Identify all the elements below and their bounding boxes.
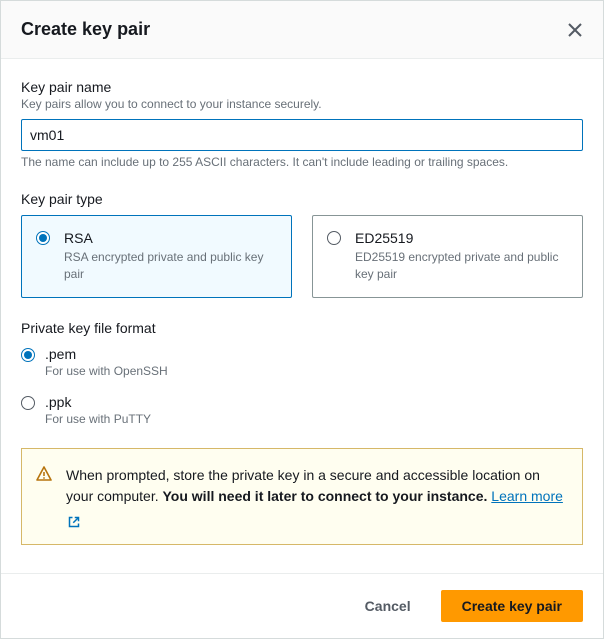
radio-icon: [21, 396, 35, 410]
alert-bold-text: You will need it later to connect to you…: [163, 488, 488, 504]
key-pair-name-sublabel: Key pairs allow you to connect to your i…: [21, 97, 583, 111]
radio-icon: [327, 231, 341, 245]
file-format-section: Private key file format .pem For use wit…: [21, 320, 583, 426]
link-text: Learn more: [491, 488, 563, 504]
modal-footer: Cancel Create key pair: [1, 573, 603, 638]
tile-title: RSA: [64, 230, 277, 246]
close-icon[interactable]: [567, 22, 583, 38]
key-pair-name-section: Key pair name Key pairs allow you to con…: [21, 79, 583, 169]
radio-desc: For use with PuTTY: [45, 412, 151, 426]
tile-desc: ED25519 encrypted private and public key…: [355, 249, 568, 283]
modal-content: Key pair name Key pairs allow you to con…: [1, 59, 603, 573]
file-format-ppk[interactable]: .ppk For use with PuTTY: [21, 394, 583, 426]
key-pair-name-label: Key pair name: [21, 79, 583, 95]
modal-title: Create key pair: [21, 19, 150, 40]
file-format-pem[interactable]: .pem For use with OpenSSH: [21, 346, 583, 378]
create-key-pair-button[interactable]: Create key pair: [441, 590, 583, 622]
tile-desc: RSA encrypted private and public key pai…: [64, 249, 277, 283]
warning-alert: When prompted, store the private key in …: [21, 448, 583, 545]
radio-icon: [36, 231, 50, 245]
key-pair-type-rsa[interactable]: RSA RSA encrypted private and public key…: [21, 215, 292, 298]
key-pair-name-input[interactable]: [21, 119, 583, 151]
radio-desc: For use with OpenSSH: [45, 364, 168, 378]
key-pair-type-label: Key pair type: [21, 191, 583, 207]
warning-icon: [36, 466, 52, 482]
modal-header: Create key pair: [1, 1, 603, 59]
tile-title: ED25519: [355, 230, 568, 246]
cancel-button[interactable]: Cancel: [345, 590, 431, 622]
create-key-pair-modal: Create key pair Key pair name Key pairs …: [0, 0, 604, 639]
file-format-label: Private key file format: [21, 320, 583, 336]
radio-label: .ppk: [45, 394, 151, 410]
key-pair-name-hint: The name can include up to 255 ASCII cha…: [21, 155, 583, 169]
radio-icon: [21, 348, 35, 362]
radio-label: .pem: [45, 346, 168, 362]
key-pair-type-section: Key pair type RSA RSA encrypted private …: [21, 191, 583, 298]
external-link-icon: [68, 513, 80, 525]
key-pair-type-ed25519[interactable]: ED25519 ED25519 encrypted private and pu…: [312, 215, 583, 298]
